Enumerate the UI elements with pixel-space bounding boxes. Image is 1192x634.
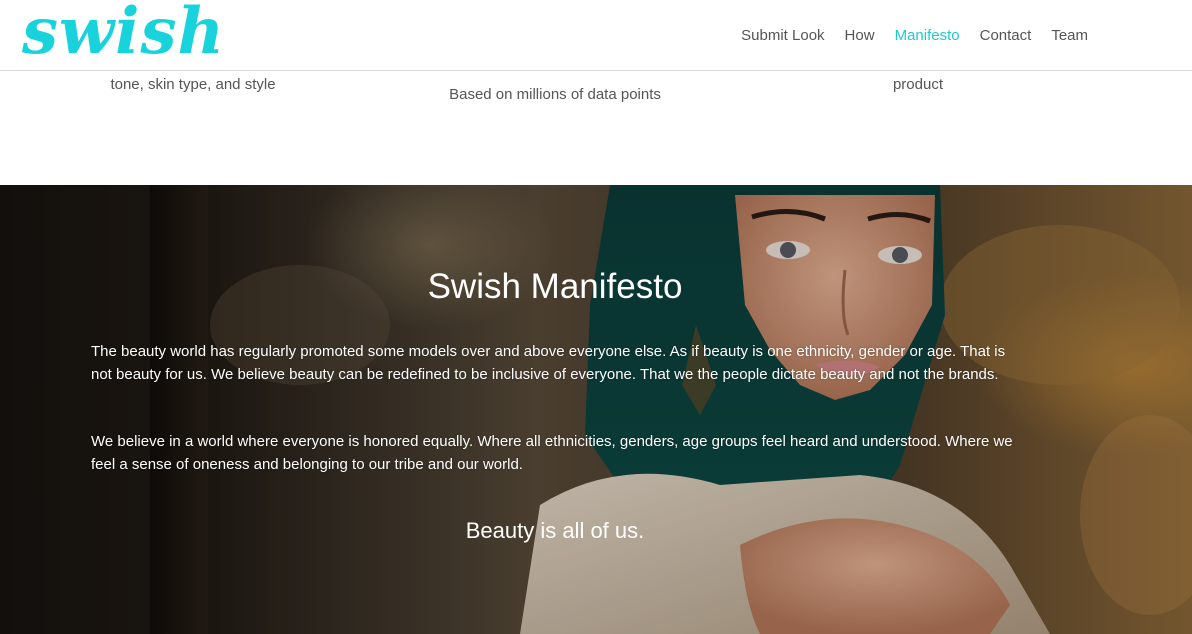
nav-team[interactable]: Team [1051,26,1088,46]
main-nav: Submit Look How Manifesto Contact Team [741,26,1088,46]
swish-logo[interactable]: swish [22,0,225,72]
manifesto-paragraph: The beauty world has regularly promoted … [91,343,1006,383]
feature-caption-personalized: tone, skin type, and style [110,76,276,93]
feature-caption-data: Based on millions of data points [449,86,661,103]
manifesto-content: Swish Manifesto The beauty world has reg… [0,185,1192,634]
nav-submit-look[interactable]: Submit Look [741,26,824,46]
nav-how[interactable]: How [845,26,875,46]
features-section: tone, skin type, and style Based on mill… [0,71,1192,185]
manifesto-hero: Swish Manifesto The beauty world has reg… [0,185,1192,634]
manifesto-title: Swish Manifesto [427,267,683,306]
nav-manifesto[interactable]: Manifesto [895,26,960,46]
manifesto-tagline: Beauty is all of us. [465,518,645,543]
site-header: swish Submit Look How Manifesto Contact … [0,0,1192,71]
feature-caption-product: product [892,76,944,93]
nav-contact[interactable]: Contact [980,26,1032,46]
manifesto-paragraph: We believe in a world where everyone is … [91,433,1013,473]
